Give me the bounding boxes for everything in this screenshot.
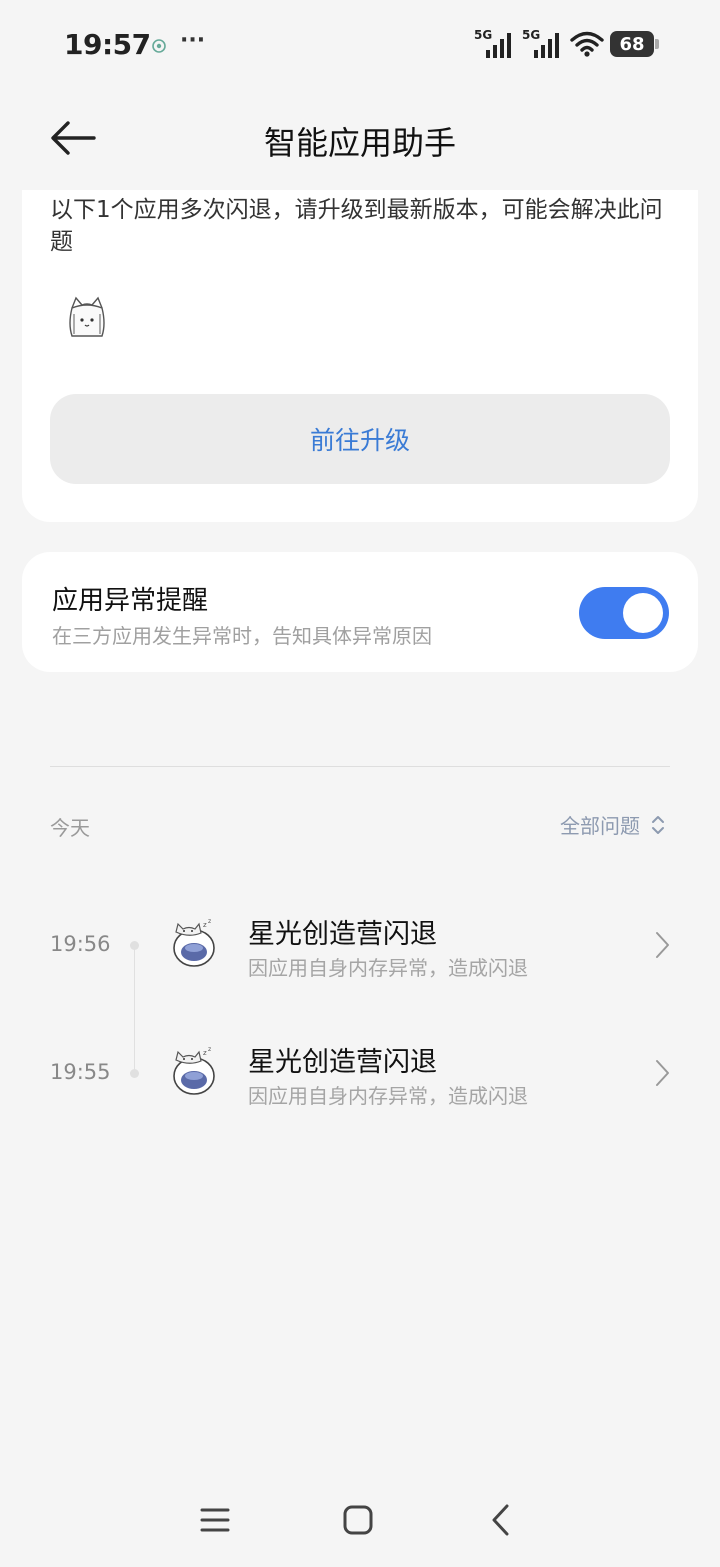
app-icon: z z	[173, 1046, 215, 1095]
app-avatar-icon	[69, 296, 105, 337]
chevron-right-icon	[656, 932, 669, 958]
wifi-icon	[570, 31, 604, 57]
event-title: 星光创造营闪退	[248, 1047, 437, 1078]
chevron-right-icon	[656, 1060, 669, 1086]
crash-event-row[interactable]: 19:55 z z 星光创造营闪退 因应用自身内存异常，造成闪退	[0, 1028, 720, 1128]
timeline-dot	[130, 1069, 139, 1078]
notification-app-icon	[152, 39, 166, 53]
crash-description: 以下1个应用多次闪退，请升级到最新版本，可能会解决此问题	[50, 197, 663, 255]
page-title: 智能应用助手	[263, 124, 456, 162]
svg-text:z: z	[203, 921, 207, 929]
alert-setting-title: 应用异常提醒	[52, 586, 209, 616]
timeline-dot	[130, 941, 139, 950]
date-label: 今天	[50, 816, 90, 840]
svg-text:z: z	[203, 1049, 207, 1057]
signal-1-icon: 5G	[474, 28, 516, 60]
crash-card: 以下1个应用多次闪退，请升级到最新版本，可能会解决此问题 前往升级	[22, 190, 698, 522]
system-nav-bar	[0, 1480, 720, 1567]
event-time: 19:55	[50, 1060, 111, 1084]
status-time: 19:57	[64, 28, 151, 61]
header: 智能应用助手	[0, 96, 720, 186]
alert-setting-subtitle: 在三方应用发生异常时，告知具体异常原因	[52, 624, 432, 648]
more-notifications-icon: ···	[180, 28, 206, 53]
upgrade-button[interactable]: 前往升级	[50, 394, 670, 484]
svg-text:z: z	[208, 918, 211, 925]
event-subtitle: 因应用自身内存异常，造成闪退	[248, 956, 528, 980]
chevron-left-icon[interactable]	[482, 1500, 522, 1540]
alert-toggle-switch[interactable]	[579, 587, 669, 639]
crash-event-row[interactable]: 19:56 z z 星光创造营闪退 因应用自身内存异常，造成闪退	[0, 900, 720, 1000]
event-subtitle: 因应用自身内存异常，造成闪退	[248, 1084, 528, 1108]
issue-filter-dropdown[interactable]: 全部问题	[560, 810, 666, 839]
app-icon: z z	[173, 918, 215, 967]
home-icon[interactable]	[338, 1500, 378, 1540]
filter-label: 全部问题	[560, 814, 640, 838]
signal-2-icon: 5G	[522, 28, 564, 60]
chevron-updown-icon	[652, 815, 664, 834]
event-time: 19:56	[50, 932, 111, 956]
status-indicators: 5G 5G 68	[474, 28, 659, 60]
toggle-knob	[623, 593, 663, 633]
event-title: 星光创造营闪退	[248, 919, 437, 950]
alert-setting-card: 应用异常提醒 在三方应用发生异常时，告知具体异常原因	[22, 552, 698, 672]
divider	[50, 766, 670, 767]
svg-text:z: z	[208, 1046, 211, 1053]
status-bar: 19:57 ··· 5G 5G 68	[0, 0, 720, 90]
battery-icon: 68	[610, 31, 659, 57]
menu-icon[interactable]	[195, 1500, 235, 1540]
